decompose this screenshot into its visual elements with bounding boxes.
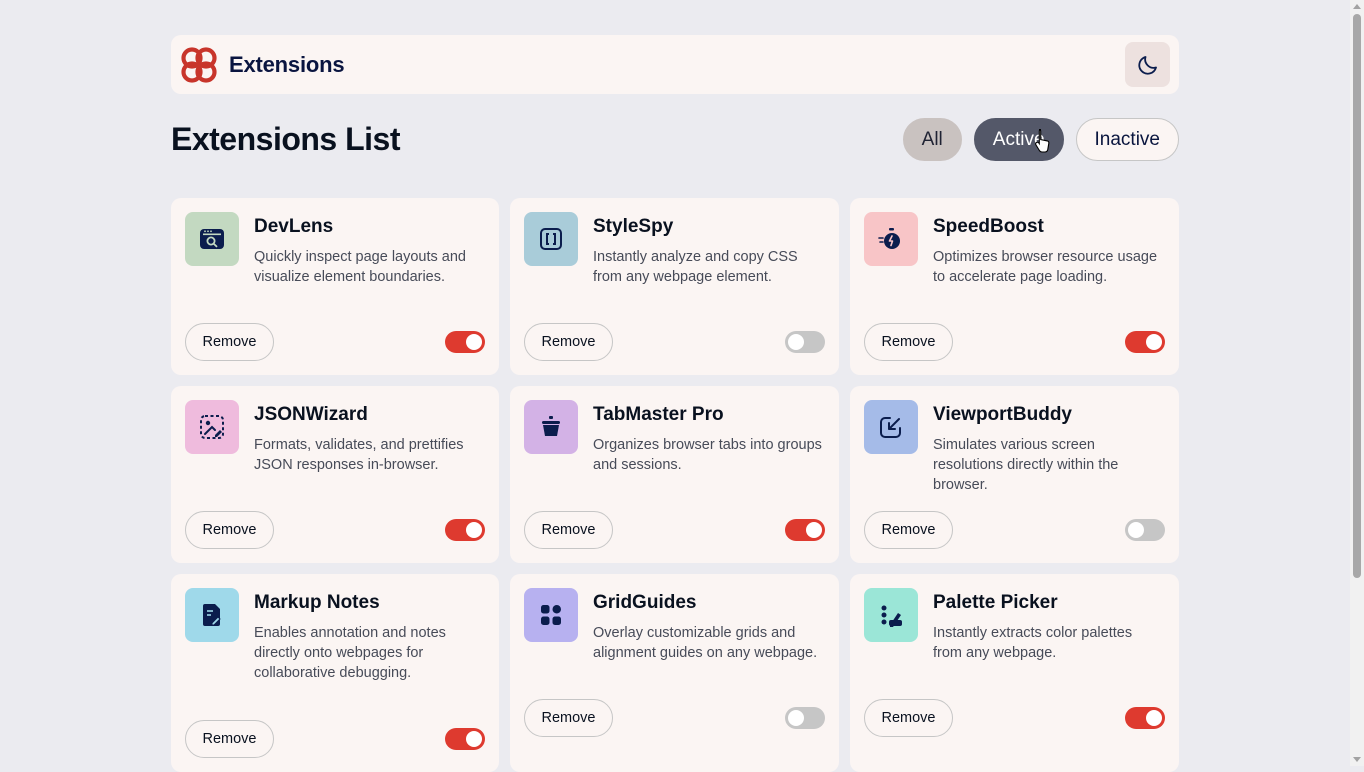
palette-picker-icon [864,588,918,642]
toggle-knob [1128,522,1144,538]
extension-card: StyleSpy Instantly analyze and copy CSS … [510,198,839,375]
toggle-knob [806,522,822,538]
enable-toggle[interactable] [445,728,485,750]
extension-name: TabMaster Pro [593,404,724,425]
brand: Extensions [180,46,345,84]
toggle-knob [1146,334,1162,350]
remove-button[interactable]: Remove [864,323,953,361]
brand-name: Extensions [229,51,345,77]
app-header: Extensions [171,35,1179,94]
scroll-thumb[interactable] [1353,14,1361,578]
extension-card: ViewportBuddy Simulates various screen r… [850,386,1179,563]
extension-description: Optimizes browser resource usage to acce… [933,249,1158,285]
extension-description: Organizes browser tabs into groups and s… [593,437,822,473]
remove-button[interactable]: Remove [524,511,613,549]
extension-card: JSONWizard Formats, validates, and prett… [171,386,499,563]
page-scrollbar[interactable] [1350,0,1364,766]
scroll-up-arrow-icon[interactable] [1353,4,1361,9]
viewportbuddy-icon [864,400,918,454]
page-title: Extensions List [171,121,401,157]
filter-all-button[interactable]: All [902,118,962,161]
extension-card: GridGuides Overlay customizable grids an… [510,574,839,772]
extension-description: Instantly analyze and copy CSS from any … [593,249,798,285]
remove-button[interactable]: Remove [185,511,274,549]
logo-icon [180,46,218,84]
extension-name: JSONWizard [254,404,368,425]
scroll-down-arrow-icon[interactable] [1353,757,1361,762]
mouse-pointer-icon [1035,128,1050,153]
stylespy-icon [524,212,578,266]
extension-name: Palette Picker [933,592,1058,613]
extension-card: Markup Notes Enables annotation and note… [171,574,499,772]
toggle-knob [466,731,482,747]
devlens-icon [185,212,239,266]
extension-name: Markup Notes [254,592,380,613]
filter-inactive-button[interactable]: Inactive [1075,118,1179,161]
extensions-page: Extensions Extensions List All Active In… [171,35,1179,772]
extension-description: Overlay customizable grids and alignment… [593,625,818,661]
toggle-knob [466,522,482,538]
speedboost-icon [864,212,918,266]
filter-active-button[interactable]: Active [973,118,1064,161]
extensions-grid: DevLens Quickly inspect page layouts and… [171,198,1179,772]
extension-name: SpeedBoost [933,216,1044,237]
enable-toggle[interactable] [785,519,825,541]
extension-card: Palette Picker Instantly extracts color … [850,574,1179,772]
remove-button[interactable]: Remove [864,511,953,549]
extension-card: DevLens Quickly inspect page layouts and… [171,198,499,375]
remove-button[interactable]: Remove [524,699,613,737]
remove-button[interactable]: Remove [185,720,274,758]
extension-card: TabMaster Pro Organizes browser tabs int… [510,386,839,563]
toggle-knob [466,334,482,350]
moon-icon [1137,55,1157,75]
enable-toggle[interactable] [445,331,485,353]
enable-toggle[interactable] [1125,707,1165,729]
remove-button[interactable]: Remove [864,699,953,737]
markup-notes-icon [185,588,239,642]
extension-description: Enables annotation and notes directly on… [254,625,446,681]
toggle-knob [788,334,804,350]
extension-card: SpeedBoost Optimizes browser resource us… [850,198,1179,375]
theme-toggle-button[interactable] [1125,42,1170,87]
extension-name: DevLens [254,216,334,237]
extension-description: Instantly extracts color palettes from a… [933,625,1133,661]
remove-button[interactable]: Remove [185,323,274,361]
extension-name: GridGuides [593,592,697,613]
enable-toggle[interactable] [785,331,825,353]
tabmaster-icon [524,400,578,454]
extension-description: Simulates various screen resolutions dir… [933,437,1119,493]
gridguides-icon [524,588,578,642]
enable-toggle[interactable] [785,707,825,729]
list-toolbar: Extensions List All Active Inactive [171,117,1179,162]
toggle-knob [1146,710,1162,726]
enable-toggle[interactable] [1125,331,1165,353]
extension-description: Quickly inspect page layouts and visuali… [254,249,466,285]
extension-name: ViewportBuddy [933,404,1072,425]
extension-description: Formats, validates, and prettifies JSON … [254,437,464,473]
remove-button[interactable]: Remove [524,323,613,361]
jsonwizard-icon [185,400,239,454]
enable-toggle[interactable] [445,519,485,541]
enable-toggle[interactable] [1125,519,1165,541]
extension-name: StyleSpy [593,216,674,237]
toggle-knob [788,710,804,726]
